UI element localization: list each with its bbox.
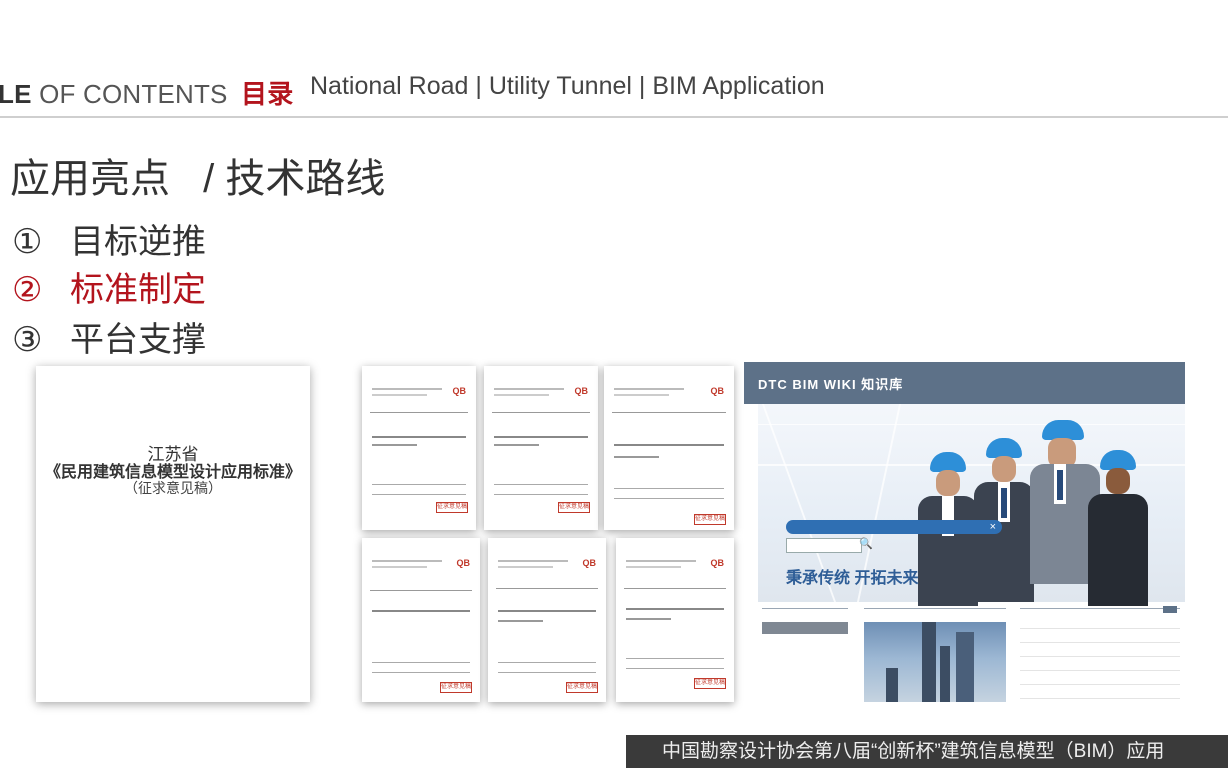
wiki-more-badge[interactable]: [1163, 606, 1177, 613]
wiki-hero-banner: × 🔍 秉承传统 开拓未来: [758, 404, 1185, 616]
step-label: 目标逆推: [70, 223, 206, 261]
standard-document-cover: 江苏省 《民用建筑信息模型设计应用标准》 （征求意见稿）: [36, 366, 310, 702]
wiki-content-area: [758, 606, 1185, 706]
qb-mark: QB: [456, 558, 471, 568]
toc-rest: OF CONTENTS: [39, 79, 228, 109]
document-subtitle: （征求意见稿）: [124, 481, 222, 497]
breadcrumb: National Road | Utility Tunnel | BIM App…: [310, 72, 825, 100]
qb-mark: QB: [582, 558, 597, 568]
step-number: ①: [12, 223, 43, 261]
stamp-label: 征求意见稿: [440, 682, 472, 693]
stamp-label: 征求意见稿: [558, 502, 590, 513]
qb-mark: QB: [452, 386, 467, 396]
section-title: 应用亮点 / 技术路线: [10, 146, 385, 204]
document-thumbnail: QB 征求意见稿: [616, 538, 734, 702]
section-title-right: / 技术路线: [203, 157, 386, 201]
document-thumbnail: QB 征求意见稿: [362, 538, 480, 702]
stamp-label: 征求意见稿: [694, 678, 726, 689]
qb-mark: QB: [710, 558, 725, 568]
wiki-search-input[interactable]: 🔍: [786, 538, 873, 553]
step-item-1: ① 目标逆推: [12, 214, 206, 263]
search-icon[interactable]: 🔍: [859, 537, 873, 550]
step-number: ③: [12, 321, 43, 359]
stamp-label: 征求意见稿: [694, 514, 726, 525]
step-label: 标准制定: [70, 271, 206, 309]
step-item-3: ③ 平台支撑: [12, 312, 206, 361]
document-thumbnail: QB 征求意见稿: [484, 366, 598, 530]
qb-mark: QB: [574, 386, 589, 396]
qb-mark: QB: [710, 386, 725, 396]
step-item-2: ② 标准制定: [12, 262, 206, 311]
toc-chinese: 目录: [241, 79, 294, 109]
step-number: ②: [12, 271, 43, 309]
wiki-header-bar: DTC BIM WIKI 知识库: [744, 362, 1185, 404]
close-icon[interactable]: ×: [990, 520, 996, 534]
bim-wiki-screenshot: DTC BIM WIKI 知识库 × 🔍 秉承传统 开拓未来: [744, 362, 1185, 706]
document-thumbnail: QB 征求意见稿: [362, 366, 476, 530]
slide-footer: 中国勘察设计协会第八届“创新杯”建筑信息模型（BIM）应用: [626, 735, 1228, 768]
step-label: 平台支撑: [70, 321, 206, 359]
wiki-menu-item[interactable]: [762, 622, 848, 634]
document-thumbnail: QB 征求意见稿: [604, 366, 734, 530]
wiki-search-banner: ×: [786, 520, 1002, 534]
wiki-tagline: 秉承传统 开拓未来: [786, 570, 919, 587]
wiki-news-image[interactable]: [864, 622, 1006, 702]
stamp-label: 征求意见稿: [566, 682, 598, 693]
table-of-contents-label: LE OF CONTENTS 目录: [0, 74, 293, 111]
stamp-label: 征求意见稿: [436, 502, 468, 513]
header-divider: [0, 116, 1228, 118]
toc-prefix: LE: [0, 79, 32, 109]
document-thumbnail: QB 征求意见稿: [488, 538, 606, 702]
section-title-left: 应用亮点: [10, 157, 170, 201]
slide-header: LE OF CONTENTS 目录 National Road | Utilit…: [0, 72, 1228, 111]
wiki-brand: DTC BIM WIKI 知识库: [758, 377, 904, 392]
